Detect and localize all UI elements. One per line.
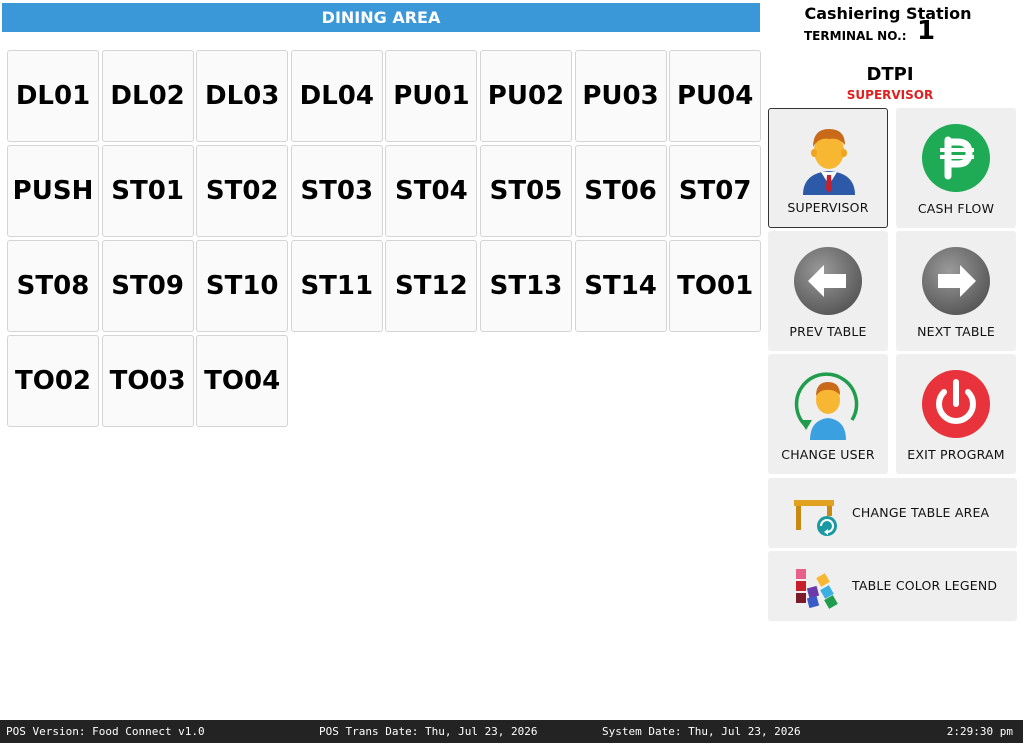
exit-program-button[interactable]: EXIT PROGRAM [896,354,1016,474]
table-button-dl01[interactable]: DL01 [7,50,99,142]
station-title: Cashiering Station [804,4,972,23]
next-table-button-label: NEXT TABLE [917,324,995,339]
user-name: DTPI [866,64,914,85]
status-bar: POS Version: Food Connect v1.0 POS Trans… [0,720,1023,743]
table-button-push[interactable]: PUSH [7,145,99,237]
table-button-st06[interactable]: ST06 [574,145,667,237]
table-button-dl03[interactable]: DL03 [196,50,289,142]
cash-flow-button[interactable]: CASH FLOW [896,108,1016,228]
change-user-icon [794,372,859,440]
change-user-button-label: CHANGE USER [781,447,875,462]
table-color-legend-button[interactable]: TABLE COLOR LEGEND [768,551,1017,621]
table-grid: DL01 DL02 DL03 DL04 PU01 PU02 PU03 PU04 PUSH ST01… [7,50,762,427]
control-panel: Cashiering Station TERMINAL NO.: 1 DTPI … [762,0,1023,720]
system-time: 2:29:30 pm [946,725,1013,738]
table-button-st05[interactable]: ST05 [479,145,572,237]
table-button-dl02[interactable]: DL02 [101,50,194,142]
table-button-dl04[interactable]: DL04 [290,50,383,142]
table-button-pu04[interactable]: PU04 [669,50,762,142]
terminal-label: TERMINAL NO.: [804,29,907,43]
pos-version: POS Version: Food Connect v1.0 [6,725,205,738]
dining-area-title: DINING AREA [321,8,441,27]
table-button-st07[interactable]: ST07 [669,145,762,237]
table-button-st11[interactable]: ST11 [290,240,383,332]
table-button-st13[interactable]: ST13 [479,240,572,332]
next-table-button[interactable]: NEXT TABLE [896,231,1016,351]
dining-area-header: DINING AREA [2,3,760,32]
supervisor-button-label: SUPERVISOR [787,200,869,215]
table-button-pu03[interactable]: PU03 [574,50,667,142]
prev-table-button-label: PREV TABLE [789,324,867,339]
table-button-st04[interactable]: ST04 [385,145,478,237]
table-color-legend-button-label: TABLE COLOR LEGEND [852,578,998,593]
color-swatch-icon [796,569,838,609]
arrow-left-icon [794,247,862,315]
table-button-to01[interactable]: TO01 [669,240,762,332]
table-button-st09[interactable]: ST09 [101,240,194,332]
terminal-number: 1 [917,16,936,46]
table-button-to02[interactable]: TO02 [7,335,99,427]
dining-area-panel: DINING AREA DL01 DL02 DL03 DL04 PU01 PU02 PU03… [0,0,762,720]
table-button-to04[interactable]: TO04 [196,335,289,427]
pos-trans-date: POS Trans Date: Thu, Jul 23, 2026 [319,725,538,738]
table-button-pu02[interactable]: PU02 [479,50,572,142]
arrow-right-icon [922,247,990,315]
system-date: System Date: Thu, Jul 23, 2026 [602,725,801,738]
prev-table-button[interactable]: PREV TABLE [768,231,888,351]
table-button-st01[interactable]: ST01 [101,145,194,237]
change-table-area-button[interactable]: CHANGE TABLE AREA [768,478,1017,548]
table-refresh-icon [794,500,837,536]
power-icon [922,370,990,438]
user-role: SUPERVISOR [846,88,934,102]
table-button-to03[interactable]: TO03 [101,335,194,427]
change-user-button[interactable]: CHANGE USER [768,354,888,474]
table-button-st12[interactable]: ST12 [385,240,478,332]
table-button-st10[interactable]: ST10 [196,240,289,332]
table-button-pu01[interactable]: PU01 [385,50,478,142]
peso-coin-icon [922,124,990,192]
table-button-st08[interactable]: ST08 [7,240,99,332]
table-button-st14[interactable]: ST14 [574,240,667,332]
supervisor-button[interactable]: SUPERVISOR [768,108,888,228]
supervisor-person-icon [803,129,855,195]
exit-program-button-label: EXIT PROGRAM [907,447,1005,462]
cash-flow-button-label: CASH FLOW [917,201,995,216]
table-button-st03[interactable]: ST03 [290,145,383,237]
change-table-area-button-label: CHANGE TABLE AREA [852,505,990,520]
table-button-st02[interactable]: ST02 [196,145,289,237]
